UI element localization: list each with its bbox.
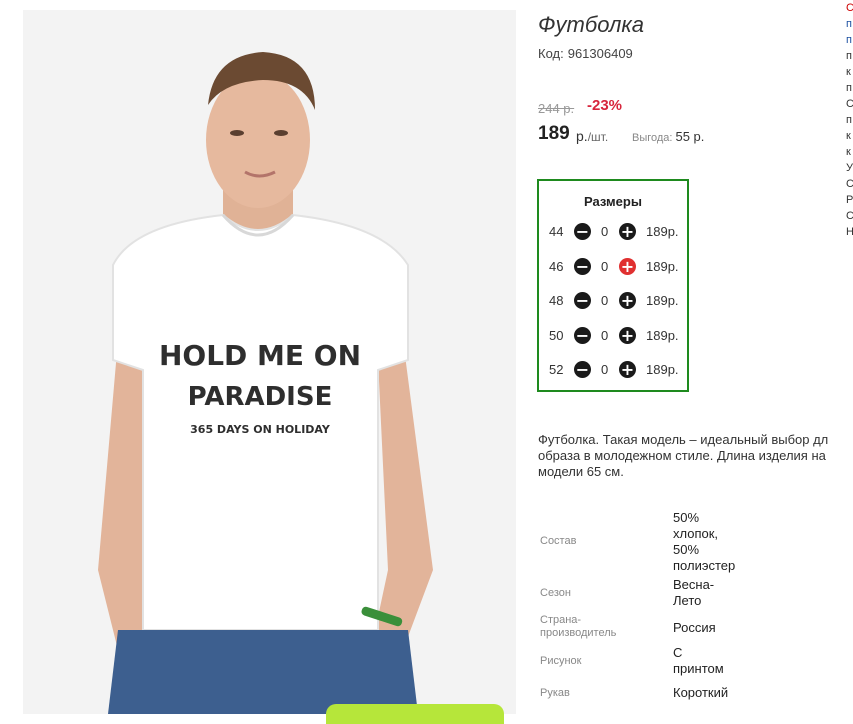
shirt-print-line1: HOLD ME ON xyxy=(159,339,361,372)
size-qty: 0 xyxy=(601,293,609,308)
side-column-text: С п п п к п С п к к У С Р С Н xyxy=(846,0,853,240)
size-row-48: 48 − 0 + 189р. xyxy=(539,291,687,311)
attr-value-pattern: С принтом xyxy=(673,645,724,677)
side-char: п xyxy=(846,50,852,62)
size-price: 189р. xyxy=(646,293,679,308)
side-char: С xyxy=(846,210,853,222)
size-price: 189р. xyxy=(646,328,679,343)
current-price: 189 xyxy=(538,123,570,144)
minus-icon[interactable]: − xyxy=(574,361,591,378)
size-row-52: 52 − 0 + 189р. xyxy=(539,360,687,380)
attr-value-line: 50% xyxy=(673,510,700,525)
size-row-44: 44 − 0 + 189р. xyxy=(539,222,687,242)
description-line: модели 65 см. xyxy=(538,464,624,479)
side-char: п xyxy=(846,114,852,126)
side-char: С xyxy=(846,98,853,110)
plus-icon[interactable]: + xyxy=(619,361,636,378)
sizes-panel: Размеры 44 − 0 + 189р. 46 − 0 + 189р. 48… xyxy=(537,179,689,392)
product-code: Код: 961306409 xyxy=(538,46,633,61)
description-line: образа в молодежном стиле. Длина изделия… xyxy=(538,448,826,463)
sizes-title: Размеры xyxy=(584,194,642,209)
attr-label-line: Страна- xyxy=(540,614,582,626)
benefit-value: 55 р. xyxy=(675,129,705,144)
attr-label-pattern: Рисунок xyxy=(540,655,582,667)
attr-value-line: принтом xyxy=(673,661,724,676)
size-qty: 0 xyxy=(601,224,609,239)
attr-label-season: Сезон xyxy=(540,587,571,599)
attr-value-line: хлопок, xyxy=(673,526,719,541)
attr-label-sleeve: Рукав xyxy=(540,687,570,699)
attr-value-line: 50% xyxy=(673,542,700,557)
size-label: 50 xyxy=(549,328,564,343)
product-code-value: 961306409 xyxy=(567,46,633,61)
side-char: Н xyxy=(846,226,853,238)
benefit: Выгода: 55 р. xyxy=(632,129,704,144)
attr-label-country: Страна- производитель xyxy=(540,614,616,640)
product-title: Футболка xyxy=(538,12,644,37)
side-char: п xyxy=(846,82,852,94)
minus-icon[interactable]: − xyxy=(574,327,591,344)
benefit-label: Выгода: xyxy=(632,132,673,144)
product-photo[interactable]: HOLD ME ON PARADISE 365 DAYS ON HOLIDAY xyxy=(23,10,516,714)
attr-label-line: производитель xyxy=(540,627,617,639)
size-qty: 0 xyxy=(601,328,609,343)
side-char: к xyxy=(846,146,851,158)
attr-value-line: полиэстер xyxy=(673,558,736,573)
product-code-label: Код: xyxy=(538,46,564,61)
old-price: 244 р. xyxy=(538,101,575,116)
attr-value-line: Весна- xyxy=(673,577,715,592)
size-row-46: 46 − 0 + 189р. xyxy=(539,257,687,277)
price-unit: р./шт. xyxy=(576,128,608,144)
size-label: 46 xyxy=(549,259,564,274)
description-line: Футболка. Такая модель – идеальный выбор… xyxy=(538,432,829,447)
attr-value-country: Россия xyxy=(673,620,716,635)
side-char: к xyxy=(846,66,851,78)
size-price: 189р. xyxy=(646,259,679,274)
size-label: 48 xyxy=(549,293,564,308)
plus-icon[interactable]: + xyxy=(619,258,636,275)
side-char: к xyxy=(846,130,851,142)
attr-label-composition: Состав xyxy=(540,535,577,547)
size-price: 189р. xyxy=(646,224,679,239)
size-label: 44 xyxy=(549,224,564,239)
shirt-print-line2: PARADISE xyxy=(188,382,333,412)
side-char: Р xyxy=(846,194,853,206)
size-qty: 0 xyxy=(601,362,609,377)
attr-value-season: Весна- Лето xyxy=(673,577,714,609)
shirt-print-line3: 365 DAYS ON HOLIDAY xyxy=(190,423,331,436)
side-char[interactable]: С xyxy=(846,0,853,16)
minus-icon[interactable]: − xyxy=(574,223,591,240)
price-currency: р. xyxy=(576,128,588,144)
minus-icon[interactable]: − xyxy=(574,292,591,309)
side-char: У xyxy=(846,162,853,174)
add-to-cart-button[interactable] xyxy=(326,704,504,724)
attr-value-composition: 50% хлопок, 50% полиэстер xyxy=(673,510,735,574)
attr-value-line: С xyxy=(673,645,683,660)
attr-value-sleeve: Короткий xyxy=(673,685,729,700)
product-description: Футболка. Такая модель – идеальный выбор… xyxy=(538,432,853,480)
price-per-unit: /шт. xyxy=(587,130,609,144)
attr-value-line: Лето xyxy=(673,593,702,608)
side-char: С xyxy=(846,178,853,190)
minus-icon[interactable]: − xyxy=(574,258,591,275)
plus-icon[interactable]: + xyxy=(619,327,636,344)
size-row-50: 50 − 0 + 189р. xyxy=(539,326,687,346)
side-char[interactable]: п xyxy=(846,16,853,32)
side-char[interactable]: п xyxy=(846,32,853,48)
plus-icon[interactable]: + xyxy=(619,223,636,240)
size-price: 189р. xyxy=(646,362,679,377)
size-qty: 0 xyxy=(601,259,609,274)
discount-badge: -23% xyxy=(587,97,623,114)
plus-icon[interactable]: + xyxy=(619,292,636,309)
size-label: 52 xyxy=(549,362,564,377)
